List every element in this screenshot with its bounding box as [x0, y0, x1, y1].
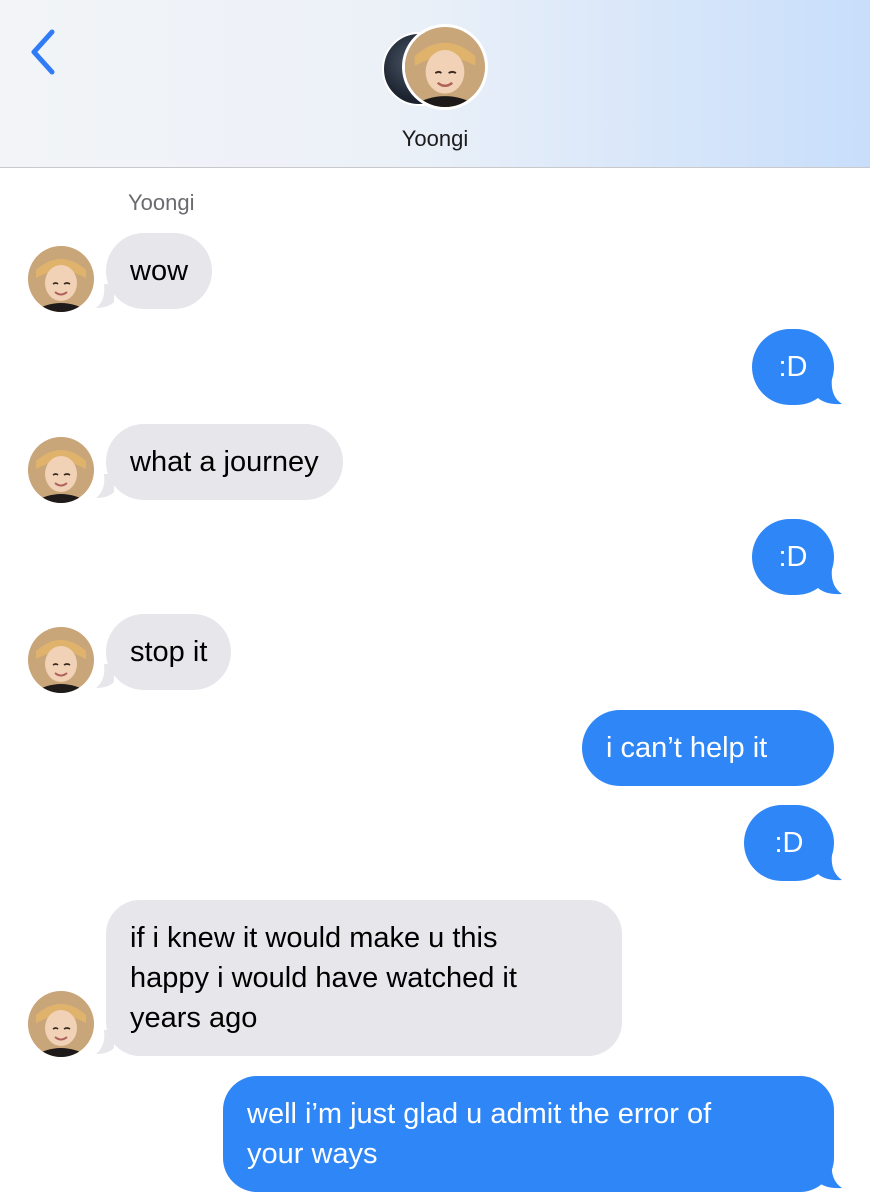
sender-label: Yoongi	[128, 190, 195, 215]
message-bubble[interactable]: :D	[752, 329, 834, 405]
avatar	[28, 627, 94, 693]
message-bubble[interactable]: wow	[106, 233, 213, 309]
message-bubble[interactable]: what a journey	[106, 424, 343, 500]
avatar	[28, 991, 94, 1057]
message-bubble[interactable]: :D	[744, 805, 834, 881]
avatar	[28, 246, 94, 312]
contact-name[interactable]: Yoongi	[0, 126, 870, 152]
message-bubble[interactable]: :D	[752, 519, 834, 595]
message-bubble[interactable]: stop it	[106, 614, 232, 690]
message-bubble[interactable]: if i knew it would make u this happy i w…	[106, 900, 622, 1056]
chevron-left-icon	[31, 29, 55, 75]
conversation-header: Yoongi	[0, 0, 870, 168]
contact-avatar	[402, 24, 488, 110]
avatar	[28, 437, 94, 503]
message-bubble[interactable]: well i’m just glad u admit the error of …	[223, 1076, 834, 1192]
contact-avatar-group[interactable]	[382, 24, 492, 116]
back-button[interactable]	[24, 26, 64, 78]
message-bubble[interactable]: i can’t help it	[582, 710, 834, 786]
